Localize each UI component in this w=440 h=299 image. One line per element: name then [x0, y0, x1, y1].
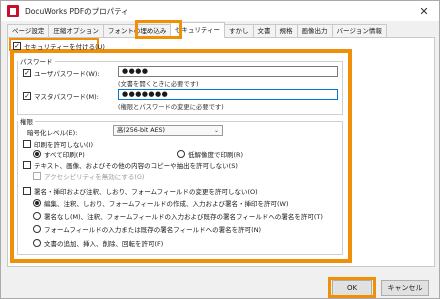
no-change-label: 署名・挿印および注釈、しおり、フォームフィールドの変更を許可しない(O): [34, 188, 258, 196]
user-password-label: ユーザパスワード(W):: [34, 70, 100, 78]
tab-standard[interactable]: 規格: [274, 24, 298, 38]
docuworks-app-icon: [7, 5, 19, 17]
master-password-checkbox[interactable]: ✓: [23, 92, 31, 100]
accessibility-checkbox[interactable]: [33, 172, 41, 180]
change-option-label-4: 文書の追加、挿入、削除、回転を許可(F): [44, 240, 164, 248]
tab-font-embedding[interactable]: フォントの埋め込み: [102, 24, 171, 38]
chevron-down-icon: ⌄: [213, 127, 219, 134]
encryption-level-select[interactable]: 高(256-bit AES) ⌄: [113, 125, 223, 136]
master-password-label: マスタパスワード(M):: [34, 93, 99, 101]
title-bar: DocuWorks PDFのプロパティ ✕: [1, 1, 439, 21]
no-change-row: 署名・挿印および注釈、しおり、フォームフィールドの変更を許可しない(O): [23, 186, 258, 196]
close-button[interactable]: ✕: [409, 1, 439, 21]
tab-strip: ページ設定 圧縮オプション フォントの埋め込み セキュリティー すかし 文書 規…: [7, 22, 387, 38]
no-print-row: 印刷を許可しない(I): [23, 139, 93, 149]
no-print-checkbox[interactable]: [23, 140, 31, 148]
change-option-label-2: 署名なし(M)、注釈、フォームフィールドの入力および既存の署名フィールドへの署名…: [44, 213, 323, 221]
change-option-radio-4[interactable]: [33, 239, 41, 247]
permissions-group-title: 権限: [18, 116, 35, 126]
no-copy-checkbox[interactable]: [23, 161, 31, 169]
encryption-level-label: 暗号化レベル(E):: [27, 129, 78, 137]
accessibility-label: アクセシビリティを無効にする(G): [44, 173, 145, 181]
password-group-title: パスワード: [18, 56, 55, 66]
no-copy-row: テキスト、画像、およびその他の内容のコピーや抽出を許可しない(S): [23, 160, 238, 170]
change-option-label-3: フォームフィールドの入力または既存の署名フィールドへの署名を許可(N): [44, 226, 262, 234]
change-option-radio-3[interactable]: [33, 225, 41, 233]
tab-security[interactable]: セキュリティー: [169, 22, 225, 38]
change-option-radio-1[interactable]: [33, 199, 41, 207]
print-all-label: すべて印刷(P): [44, 151, 85, 159]
tab-compression[interactable]: 圧縮オプション: [48, 24, 104, 38]
change-option-row-2: 署名なし(M)、注釈、フォームフィールドの入力および既存の署名フィールドへの署名…: [33, 211, 323, 221]
no-print-label: 印刷を許可しない(I): [34, 141, 93, 149]
user-password-hint: (文書を開くときに必要です): [118, 81, 199, 88]
print-low-radio[interactable]: [177, 150, 185, 158]
change-option-row-3: フォームフィールドの入力または既存の署名フィールドへの署名を許可(N): [33, 224, 261, 234]
tab-image-output[interactable]: 画像出力: [296, 24, 333, 38]
change-option-row-4: 文書の追加、挿入、削除、回転を許可(F): [33, 238, 163, 248]
master-password-row: ✓ マスタパスワード(M):: [23, 91, 99, 101]
enable-security-checkbox[interactable]: ✓: [13, 42, 21, 50]
tab-watermark[interactable]: すかし: [224, 24, 254, 38]
change-option-row-1: 編集、注釈、しおり、フォームフィールドの作成、入力および署名・挿印を許可(W): [33, 198, 289, 208]
print-all-radio[interactable]: [33, 150, 41, 158]
no-copy-label: テキスト、画像、およびその他の内容のコピーや抽出を許可しない(S): [34, 162, 238, 170]
accessibility-row: アクセシビリティを無効にする(G): [33, 171, 144, 181]
ok-button[interactable]: OK: [332, 280, 372, 296]
master-password-hint: (権限とパスワードの変更に必要です): [118, 104, 224, 111]
print-low-row: 低解像度で印刷(R): [177, 149, 243, 159]
user-password-checkbox[interactable]: ✓: [23, 69, 31, 77]
tab-version-info[interactable]: バージョン情報: [331, 24, 387, 38]
cancel-button[interactable]: キャンセル: [381, 280, 429, 296]
window-title: DocuWorks PDFのプロパティ: [25, 6, 129, 16]
user-password-field[interactable]: ●●●●: [118, 66, 338, 77]
no-change-checkbox[interactable]: [23, 187, 31, 195]
tab-page-setup[interactable]: ページ設定: [7, 24, 50, 38]
master-password-field[interactable]: ●●●●●●●: [118, 89, 338, 100]
enable-security-row[interactable]: ✓ セキュリティーを付ける(U): [13, 41, 105, 51]
encryption-level-value: 高(256-bit AES): [117, 127, 166, 134]
change-option-label-1: 編集、注釈、しおり、フォームフィールドの作成、入力および署名・挿印を許可(W): [44, 200, 289, 208]
tab-document[interactable]: 文書: [252, 24, 276, 38]
print-all-row: すべて印刷(P): [33, 149, 85, 159]
properties-dialog: DocuWorks PDFのプロパティ ✕ ページ設定 圧縮オプション フォント…: [0, 0, 440, 299]
print-low-label: 低解像度で印刷(R): [188, 151, 244, 159]
user-password-row: ✓ ユーザパスワード(W):: [23, 68, 100, 78]
change-option-radio-2[interactable]: [33, 212, 41, 220]
enable-security-label: セキュリティーを付ける(U): [24, 43, 105, 51]
